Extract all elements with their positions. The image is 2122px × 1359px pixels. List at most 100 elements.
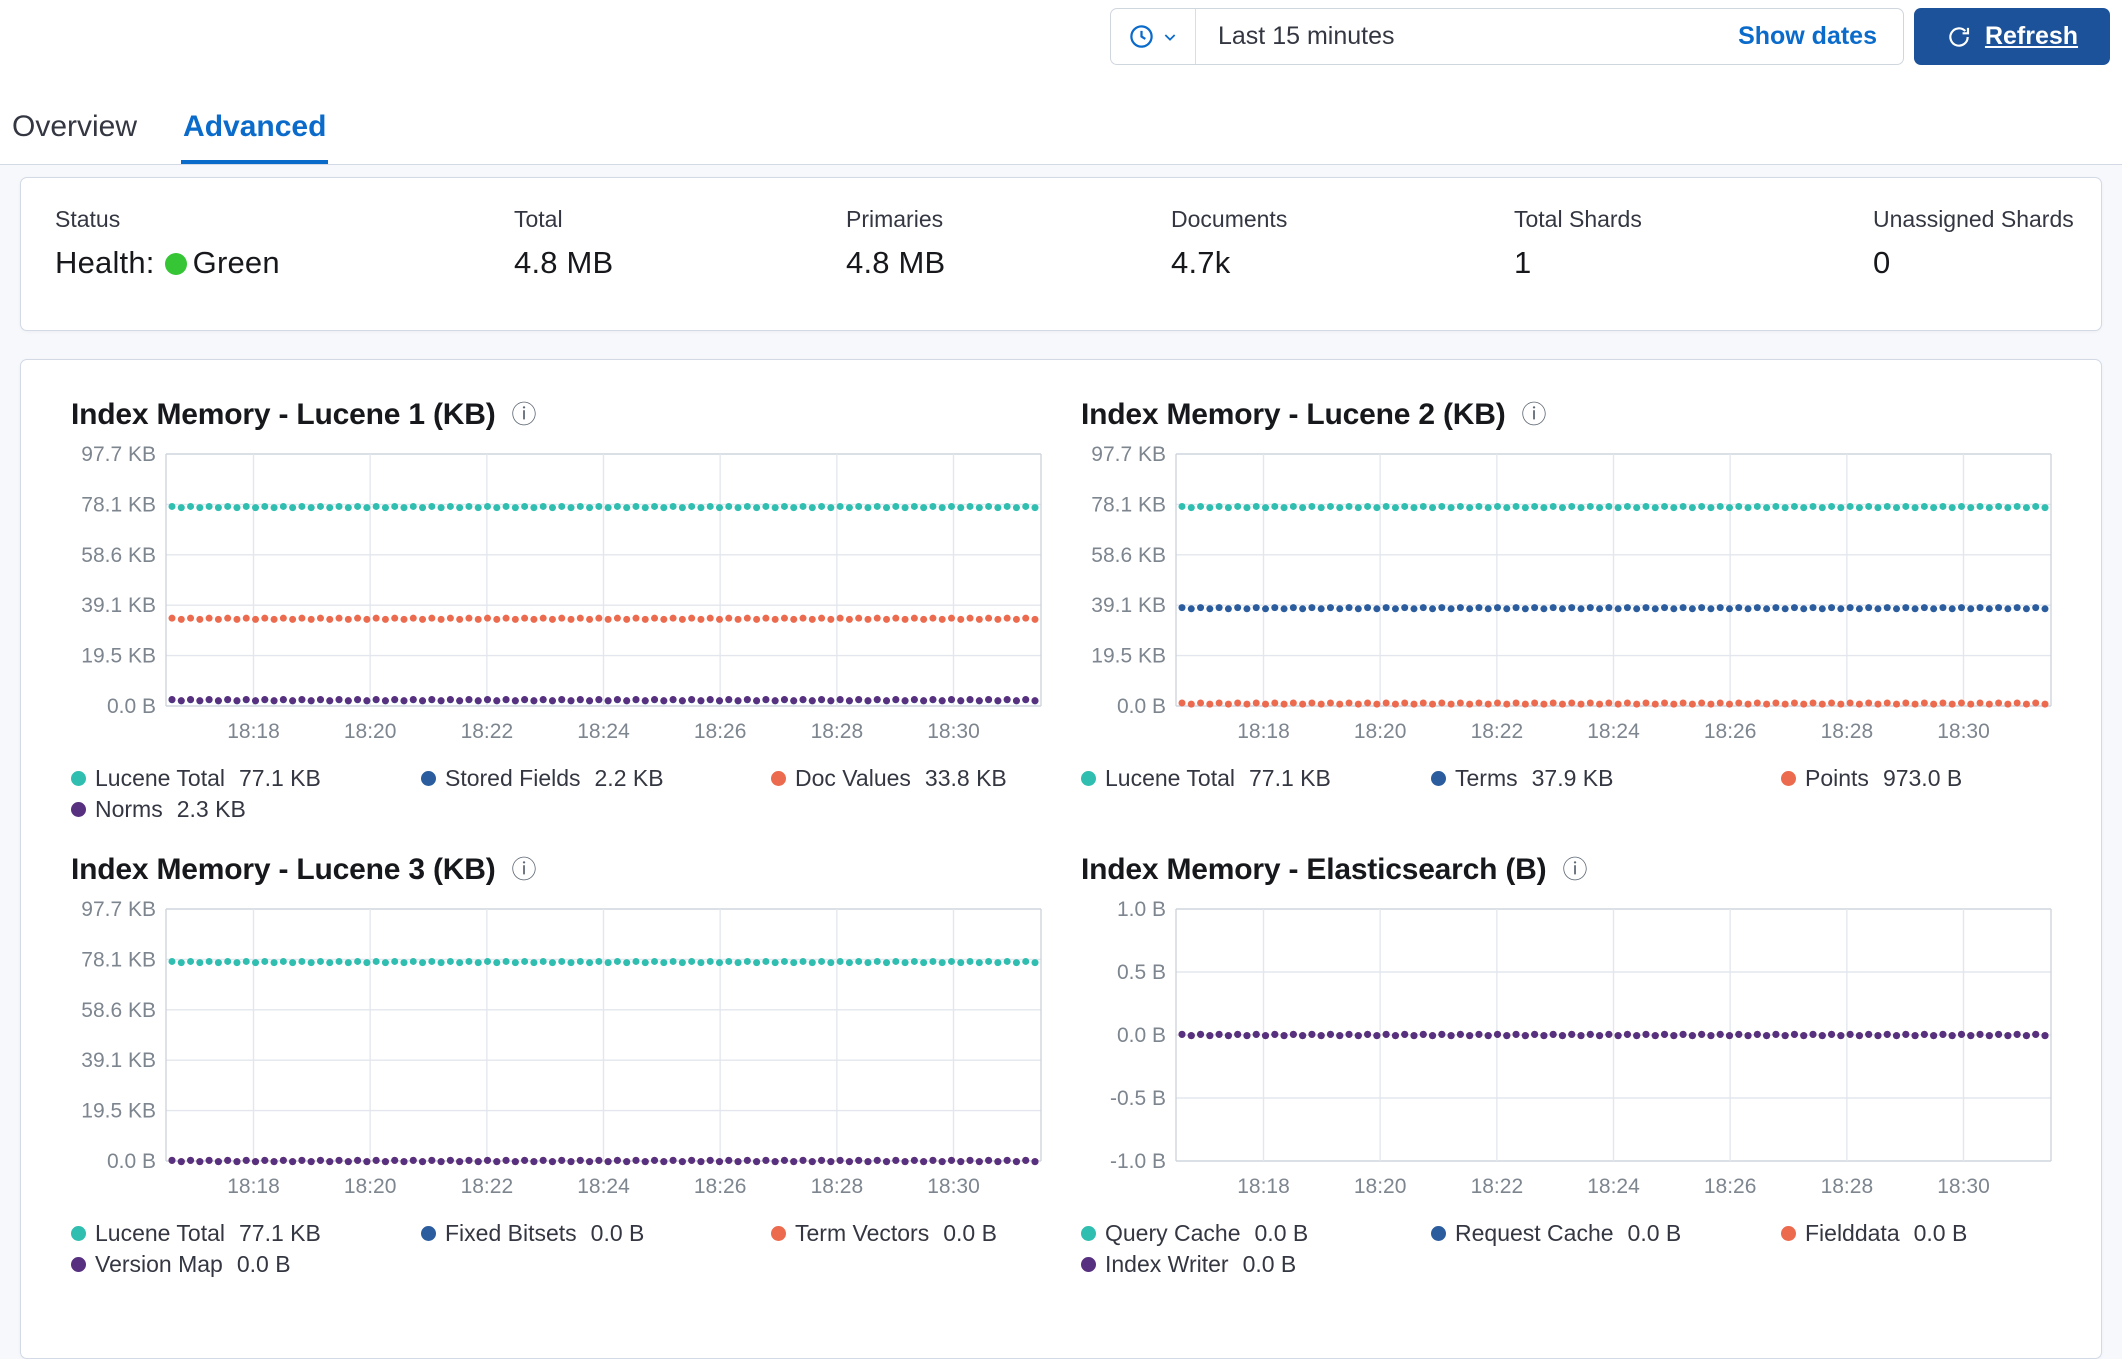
svg-text:18:28: 18:28 [811,1175,864,1198]
legend-series-name: Terms [1455,765,1518,791]
svg-text:0.0 B: 0.0 B [1117,1024,1166,1047]
legend-series-value: 0.0 B [943,1220,997,1246]
summary-total-shards: Total Shards 1 [1514,206,1873,330]
info-icon[interactable]: ⓘ [511,402,536,428]
svg-text:18:28: 18:28 [1821,1175,1874,1198]
svg-text:0.0 B: 0.0 B [1117,695,1166,718]
refresh-button[interactable]: Refresh [1914,8,2110,65]
refresh-label: Refresh [1984,22,2079,50]
svg-text:18:30: 18:30 [927,720,980,743]
legend-item[interactable]: Index Writer 0.0 B [1081,1251,1431,1278]
legend-item[interactable]: Points 973.0 B [1781,765,2056,792]
info-icon[interactable]: ⓘ [1562,857,1587,883]
legend-item[interactable]: Term Vectors 0.0 B [771,1220,1046,1247]
time-range-value[interactable]: Last 15 minutes [1196,9,1738,64]
health-prefix: Health: [55,245,155,280]
legend-item[interactable]: Terms 37.9 KB [1431,765,1781,792]
svg-text:18:26: 18:26 [694,1175,747,1198]
legend-dot-icon [1431,771,1446,786]
info-icon[interactable]: ⓘ [1521,402,1546,428]
svg-text:18:28: 18:28 [811,720,864,743]
svg-text:18:26: 18:26 [1704,720,1757,743]
health-dot-icon [164,253,187,275]
legend-dot-icon [1081,1257,1096,1272]
legend-item[interactable]: Fielddata 0.0 B [1781,1220,2056,1247]
chart-canvas: 1.0 B 0.5 B 0.0 B -0.5 B -1.0 B 18:18 18:20 18:… [1110,898,2052,1198]
chart-0: Index Memory - Lucene 1 (KB) ⓘ 97.7 KB 78.1… [71,398,1046,823]
svg-text:58.6 KB: 58.6 KB [81,544,156,567]
chart-legend: Lucene Total 77.1 KB Terms 37.9 KB Points 973… [1081,765,2056,792]
svg-text:18:24: 18:24 [1587,1175,1640,1198]
svg-text:18:20: 18:20 [344,1175,397,1198]
svg-text:19.5 KB: 19.5 KB [81,1100,156,1123]
chart-title: Index Memory - Elasticsearch (B) [1081,853,1547,886]
svg-text:39.1 KB: 39.1 KB [81,594,156,617]
legend-series-name: Lucene Total [95,765,226,791]
summary-unassigned-shards: Unassigned Shards 0 [1873,206,2101,330]
legend-item[interactable]: Fixed Bitsets 0.0 B [421,1220,771,1247]
legend-series-value: 0.0 B [1913,1220,1968,1246]
legend-dot-icon [1431,1226,1446,1241]
chart-legend: Query Cache 0.0 B Request Cache 0.0 B Fieldd… [1081,1220,2056,1278]
svg-text:18:18: 18:18 [1237,720,1290,743]
svg-text:18:18: 18:18 [1237,1175,1290,1198]
info-icon[interactable]: ⓘ [511,857,536,883]
summary-value: 4.8 MB [514,245,614,280]
svg-text:18:20: 18:20 [1354,1175,1407,1198]
quick-select-button[interactable] [1111,9,1196,64]
legend-series-value: 0.0 B [236,1251,291,1277]
svg-text:18:26: 18:26 [694,720,747,743]
legend-item[interactable]: Request Cache 0.0 B [1431,1220,1781,1247]
svg-text:18:24: 18:24 [577,720,630,743]
legend-series-name: Fielddata [1805,1220,1900,1246]
svg-text:18:30: 18:30 [1937,720,1990,743]
legend-series-name: Lucene Total [1105,765,1236,791]
svg-text:97.7 KB: 97.7 KB [81,901,156,921]
chevron-down-icon [1164,33,1176,41]
legend-dot-icon [71,802,86,817]
legend-item[interactable]: Doc Values 33.8 KB [771,765,1046,792]
svg-text:18:24: 18:24 [1587,720,1640,743]
svg-text:97.7 KB: 97.7 KB [1091,446,1166,466]
legend-dot-icon [1781,771,1796,786]
svg-text:-1.0 B: -1.0 B [1110,1150,1166,1173]
legend-series-value: 77.1 KB [1249,765,1331,791]
legend-item[interactable]: Lucene Total 77.1 KB [1081,765,1431,792]
index-summary-panel: Status Health: Green Total 4.8 MB Primari… [20,177,2102,331]
svg-text:58.6 KB: 58.6 KB [1091,544,1166,567]
svg-text:0.0 B: 0.0 B [107,695,156,718]
time-controls: Last 15 minutes Show dates Refresh [1110,8,2110,65]
svg-text:18:22: 18:22 [461,720,514,743]
svg-text:18:26: 18:26 [1704,1175,1757,1198]
legend-series-name: Request Cache [1455,1220,1614,1246]
legend-dot-icon [421,771,436,786]
legend-item[interactable]: Query Cache 0.0 B [1081,1220,1431,1247]
legend-item[interactable]: Version Map 0.0 B [71,1251,421,1278]
legend-series-value: 2.3 KB [176,796,246,822]
svg-text:97.7 KB: 97.7 KB [81,446,156,466]
svg-text:19.5 KB: 19.5 KB [1091,645,1166,668]
legend-series-value: 0.0 B [1242,1251,1297,1277]
summary-label: Status [55,206,121,232]
chart-legend: Lucene Total 77.1 KB Fixed Bitsets 0.0 B Ter… [71,1220,1046,1278]
svg-text:-0.5 B: -0.5 B [1110,1087,1166,1110]
page-header: Last 15 minutes Show dates Refresh Overv… [0,0,2122,165]
svg-text:0.5 B: 0.5 B [1117,961,1166,984]
chart-canvas: 97.7 KB 78.1 KB 58.6 KB 39.1 KB 19.5 KB 0.0 B… [1091,443,2052,743]
svg-text:78.1 KB: 78.1 KB [1091,493,1166,516]
summary-label: Unassigned Shards [1873,206,2074,232]
summary-value: 4.7k [1171,245,1231,280]
tab-overview[interactable]: Overview [10,110,139,164]
legend-series-name: Version Map [95,1251,223,1277]
legend-item[interactable]: Lucene Total 77.1 KB [71,1220,421,1247]
show-dates-button[interactable]: Show dates [1738,9,1903,64]
tab-advanced[interactable]: Advanced [181,110,329,164]
legend-series-value: 973.0 B [1882,765,1963,791]
legend-series-value: 33.8 KB [924,765,1007,791]
legend-item[interactable]: Lucene Total 77.1 KB [71,765,421,792]
chart-title: Index Memory - Lucene 1 (KB) [71,398,496,431]
legend-series-value: 77.1 KB [239,1220,321,1246]
legend-item[interactable]: Stored Fields 2.2 KB [421,765,771,792]
legend-item[interactable]: Norms 2.3 KB [71,796,421,823]
tab-bar: Overview Advanced [10,110,329,164]
